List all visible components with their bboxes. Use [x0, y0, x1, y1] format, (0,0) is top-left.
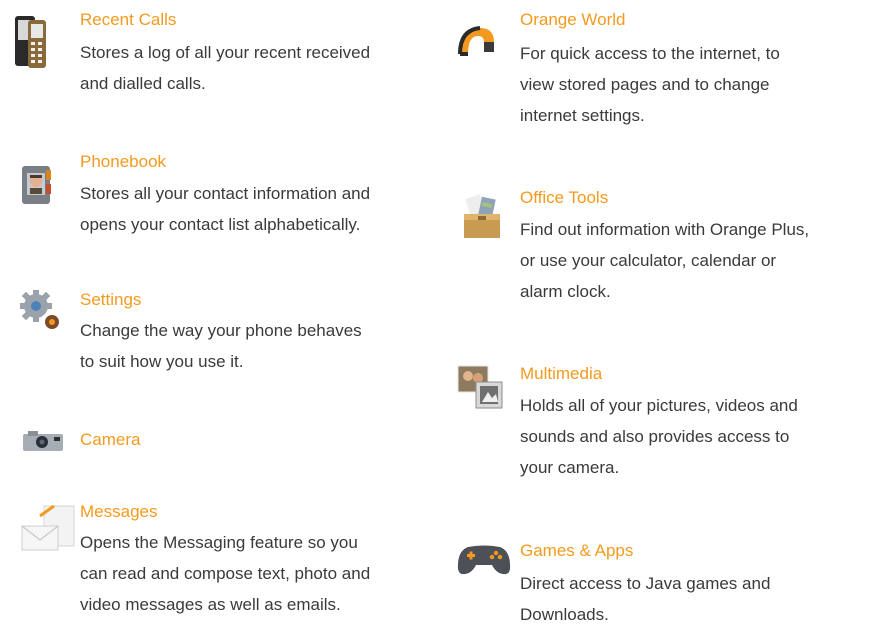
envelope-icon [21, 504, 75, 551]
entry-description: Opens the Messaging feature so you can r… [80, 527, 440, 620]
entry-description: Direct access to Java games and Download… [520, 568, 877, 630]
orange-world-icon [458, 26, 494, 56]
entry-description: Find out information with Orange Plus, o… [520, 214, 877, 307]
description-line: view stored pages and to change [520, 75, 770, 94]
camera-icon [23, 431, 63, 451]
address-book-icon [22, 166, 51, 204]
description-line: alarm clock. [520, 282, 611, 301]
entry-description: For quick access to the internet, to vie… [520, 38, 877, 131]
mobile-phone-icon [15, 16, 46, 68]
description-line: Stores all your contact information and [80, 184, 371, 203]
toolbox-icon [464, 194, 500, 238]
entry-description: Holds all of your pictures, videos and s… [520, 390, 877, 483]
gamepad-icon [457, 545, 511, 575]
description-line: Find out information with Orange Plus, [520, 220, 810, 239]
description-line: Opens the Messaging feature so you [80, 533, 358, 552]
entry-title: Orange World [520, 10, 626, 29]
description-line: For quick access to the internet, to [520, 44, 780, 63]
description-line: sounds and also provides access to [520, 427, 790, 446]
entry-title: Camera [80, 430, 141, 449]
description-line: Downloads. [520, 605, 609, 624]
entry-title: Office Tools [520, 188, 609, 207]
gear-icon [20, 290, 59, 329]
photos-icon [457, 365, 503, 409]
description-line: Stores a log of all your recent received [80, 43, 371, 62]
description-line: and dialled calls. [80, 74, 206, 93]
description-line: video messages as well as emails. [80, 595, 341, 614]
description-line: to suit how you use it. [80, 352, 244, 371]
entry-title: Settings [80, 290, 142, 309]
description-line: internet settings. [520, 106, 645, 125]
description-line: Change the way your phone behaves [80, 321, 362, 340]
description-line: Direct access to Java games and [520, 574, 771, 593]
description-line: your camera. [520, 458, 620, 477]
entry-description: Stores a log of all your recent received… [80, 37, 440, 99]
description-line: or use your calculator, calendar or [520, 251, 777, 270]
description-line: Holds all of your pictures, videos and [520, 396, 798, 415]
entry-title: Messages [80, 502, 158, 521]
entry-title: Multimedia [520, 364, 603, 383]
description-line: opens your contact list alphabetically. [80, 215, 361, 234]
entry-description: Stores all your contact information and … [80, 178, 440, 240]
entry-title: Recent Calls [80, 10, 177, 29]
description-line: can read and compose text, photo and [80, 564, 371, 583]
entry-title: Phonebook [80, 152, 167, 171]
entry-title: Games & Apps [520, 541, 634, 560]
entry-description: Change the way your phone behaves to sui… [80, 315, 440, 377]
